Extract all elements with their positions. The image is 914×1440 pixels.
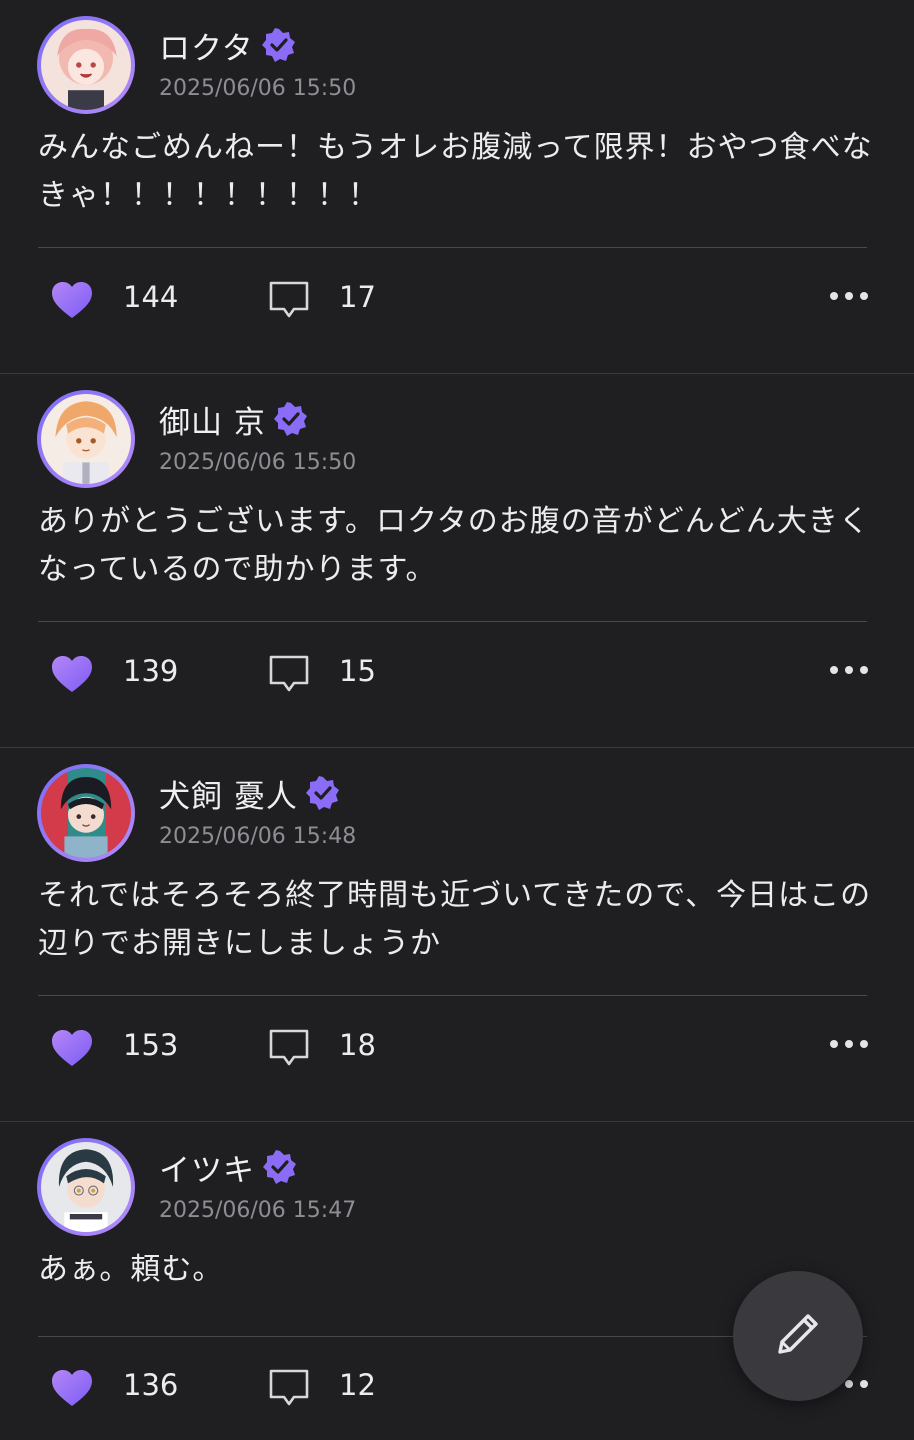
post-actions: 144 17 bbox=[0, 270, 914, 328]
author-name[interactable]: ロクタ bbox=[159, 23, 254, 68]
post-timestamp: 2025/06/06 15:47 bbox=[159, 1198, 357, 1223]
post-timestamp: 2025/06/06 15:50 bbox=[159, 450, 357, 475]
verified-badge-icon bbox=[273, 402, 308, 436]
more-dots-icon[interactable] bbox=[826, 662, 872, 678]
author-name[interactable]: 御山 京 bbox=[159, 397, 266, 442]
pencil-icon bbox=[768, 1304, 828, 1368]
divider bbox=[38, 247, 867, 248]
post-card: 御山 京 2025/06/06 15:50 ありがとうございます。ロクタのお腹の… bbox=[0, 374, 914, 748]
avatar-image bbox=[41, 394, 131, 484]
post-timestamp: 2025/06/06 15:50 bbox=[159, 76, 357, 101]
heart-icon[interactable] bbox=[50, 1028, 94, 1068]
author-name[interactable]: 犬飼 憂人 bbox=[159, 771, 298, 816]
heart-icon[interactable] bbox=[50, 654, 94, 694]
post-body: それではそろそろ終了時間も近づいてきたので、今日はこの辺りでお開きにしましょうか bbox=[38, 878, 872, 961]
like-count: 139 bbox=[123, 654, 179, 688]
author-name[interactable]: イツキ bbox=[159, 1145, 255, 1190]
divider bbox=[38, 621, 867, 622]
verified-badge-icon bbox=[305, 776, 340, 810]
divider bbox=[38, 995, 867, 996]
avatar-image bbox=[41, 768, 131, 858]
avatar[interactable] bbox=[37, 1138, 135, 1236]
verified-badge-icon bbox=[261, 28, 296, 62]
verified-badge-icon bbox=[263, 1150, 297, 1184]
post-card: 犬飼 憂人 2025/06/06 15:48 それではそろそろ終了時間も近づいて… bbox=[0, 748, 914, 1122]
avatar[interactable] bbox=[37, 390, 135, 488]
comment-count: 12 bbox=[339, 1368, 376, 1402]
comment-count: 15 bbox=[339, 654, 376, 688]
heart-icon[interactable] bbox=[50, 1368, 94, 1408]
like-count: 136 bbox=[123, 1368, 179, 1402]
like-count: 153 bbox=[123, 1028, 179, 1062]
post-body: あぁ。頼む。 bbox=[38, 1252, 224, 1287]
post-timestamp: 2025/06/06 15:48 bbox=[159, 824, 357, 849]
avatar[interactable] bbox=[37, 764, 135, 862]
post-body: みんなごめんねー！もうオレお腹減って限界！おやつ食べなきゃ！！！！！！！！！ bbox=[38, 130, 873, 213]
comment-icon[interactable] bbox=[268, 1028, 310, 1068]
comment-icon[interactable] bbox=[268, 654, 310, 694]
comment-count: 17 bbox=[339, 280, 376, 314]
post-body: ありがとうございます。ロクタのお腹の音がどんどん大きくなっているので助かります。 bbox=[38, 504, 870, 587]
more-dots-icon[interactable] bbox=[826, 288, 872, 304]
comment-icon[interactable] bbox=[268, 280, 310, 320]
avatar-image bbox=[41, 20, 131, 110]
like-count: 144 bbox=[123, 280, 179, 314]
compose-button[interactable] bbox=[733, 1271, 863, 1401]
avatar[interactable] bbox=[37, 16, 135, 114]
comment-icon[interactable] bbox=[268, 1368, 310, 1408]
post-card: ロクタ 2025/06/06 15:50 みんなごめんねー！もうオレお腹減って限… bbox=[0, 0, 914, 374]
heart-icon[interactable] bbox=[50, 280, 94, 320]
avatar-image bbox=[41, 1142, 131, 1232]
post-actions: 139 15 bbox=[0, 644, 914, 702]
more-dots-icon[interactable] bbox=[826, 1036, 872, 1052]
post-actions: 153 18 bbox=[0, 1018, 914, 1076]
comment-count: 18 bbox=[339, 1028, 376, 1062]
post-feed: ロクタ 2025/06/06 15:50 みんなごめんねー！もうオレお腹減って限… bbox=[0, 0, 914, 1440]
